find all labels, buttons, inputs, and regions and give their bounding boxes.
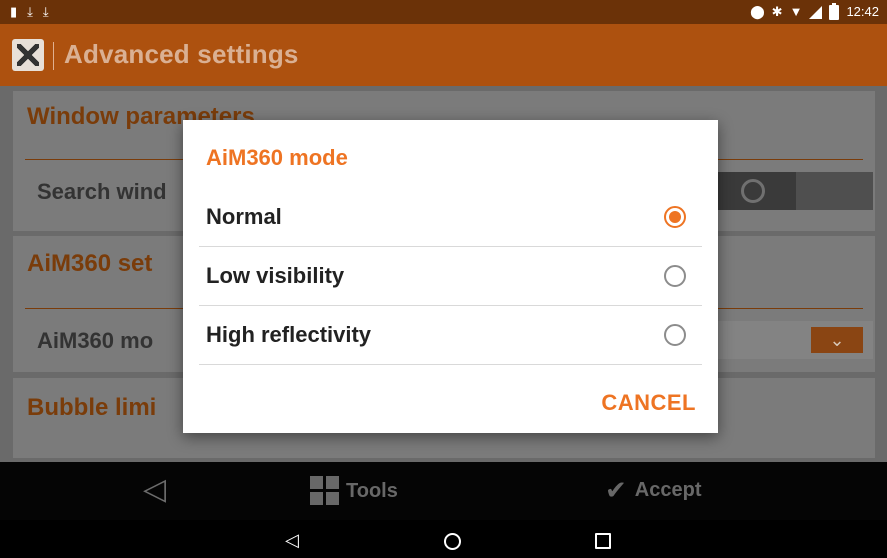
toggle-knob-icon — [741, 179, 765, 203]
status-bar: ▮ ⤓ ⤓ ⬤ ✱ ▼ 12:42 — [0, 0, 887, 24]
option-normal[interactable]: Normal — [199, 188, 702, 247]
signal-icon — [809, 5, 823, 19]
check-icon: ✔ — [605, 475, 627, 505]
option-label: High reflectivity — [206, 322, 372, 347]
chevron-down-icon[interactable]: ⌄ — [811, 327, 863, 353]
aim360-mode-label: AiM360 mo — [37, 328, 154, 353]
app-bar-divider — [53, 42, 54, 70]
location-icon: ⬤ — [750, 4, 765, 19]
system-nav-bar: ◁ — [0, 520, 887, 558]
option-label: Low visibility — [206, 263, 345, 288]
radio-unselected-icon[interactable] — [664, 324, 686, 346]
tools-label: Tools — [346, 479, 398, 502]
download-icon: ⤓ — [42, 4, 49, 19]
status-time: 12:42 — [846, 4, 879, 19]
option-high-reflectivity[interactable]: High reflectivity — [199, 306, 702, 365]
search-window-toggle[interactable] — [716, 172, 873, 210]
wifi-icon: ▼ — [789, 4, 803, 19]
back-icon[interactable]: ◁ — [285, 529, 307, 551]
sim-icon: ▮ — [10, 4, 18, 19]
cancel-button[interactable]: CANCEL — [601, 390, 696, 416]
radio-unselected-icon[interactable] — [664, 265, 686, 287]
aim360-mode-select[interactable]: ⌄ — [716, 321, 873, 359]
tools-button[interactable]: Tools — [310, 476, 398, 506]
dialog-title: AiM360 mode — [206, 145, 348, 170]
app-bar: Advanced settings — [0, 24, 887, 86]
option-low-visibility[interactable]: Low visibility — [199, 247, 702, 306]
recents-icon[interactable] — [592, 529, 614, 551]
accept-label: Accept — [634, 478, 702, 501]
option-divider — [199, 364, 702, 365]
search-window-label: Search wind — [37, 179, 167, 204]
app-logo-icon — [12, 39, 44, 71]
grid-icon — [310, 476, 340, 506]
aim360-settings-title: AiM360 set — [27, 250, 153, 277]
bubble-limits-title: Bubble limi — [27, 394, 157, 421]
toggle-track — [716, 172, 796, 210]
battery-icon — [829, 2, 840, 20]
download-icon: ⤓ — [27, 4, 33, 19]
bluetooth-icon: ✱ — [771, 4, 783, 19]
option-label: Normal — [206, 204, 282, 229]
status-left-icons: ▮ ⤓ ⤓ — [10, 4, 49, 20]
page-title: Advanced settings — [64, 39, 299, 69]
status-right-icons: ⬤ ✱ ▼ 12:42 — [750, 2, 879, 20]
bottom-toolbar: ◁ Tools ✔ Accept — [0, 462, 887, 520]
back-arrow-icon[interactable]: ◁ — [143, 474, 173, 506]
home-icon[interactable] — [441, 529, 463, 551]
accept-button[interactable]: ✔ Accept — [605, 476, 702, 504]
aim360-mode-dialog: AiM360 mode Normal Low visibility High r… — [183, 120, 718, 433]
radio-selected-icon[interactable] — [664, 206, 686, 228]
